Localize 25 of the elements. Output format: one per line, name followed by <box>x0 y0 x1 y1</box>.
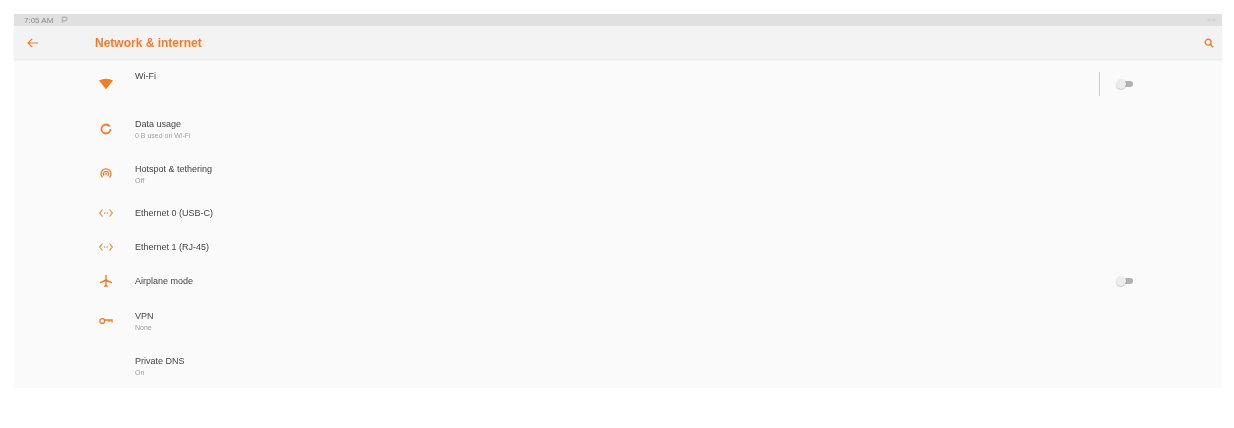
back-arrow-icon[interactable] <box>27 37 39 48</box>
settings-item[interactable]: Wi-Fi <box>14 62 1222 106</box>
ethernet-icon <box>99 207 113 219</box>
search-icon[interactable] <box>1204 37 1214 48</box>
item-title: Data usage <box>135 118 183 129</box>
status-time: 7:05 AM <box>24 15 54 25</box>
item-title: Airplane mode <box>135 276 194 286</box>
settings-item[interactable]: Ethernet 1 (RJ-45) <box>14 230 1222 264</box>
hotspot-icon <box>99 167 113 180</box>
item-title: Ethernet 1 (RJ-45) <box>135 242 210 252</box>
item-title: Wi-Fi <box>135 71 156 81</box>
settings-item[interactable]: Airplane mode <box>14 264 1222 298</box>
p-icon <box>61 16 69 24</box>
page-title: Network & internet <box>95 35 202 50</box>
item-title: VPN <box>135 310 154 321</box>
item-title: Ethernet 0 (USB-C) <box>135 208 214 218</box>
toggle-switch[interactable] <box>1116 276 1134 286</box>
item-title: Private DNS <box>135 355 185 366</box>
wifi-icon <box>99 78 113 90</box>
item-title: Hotspot & tethering <box>135 163 213 174</box>
toggle-switch[interactable] <box>1116 79 1134 89</box>
settings-item[interactable]: Ethernet 0 (USB-C) <box>14 196 1222 230</box>
airplane-icon <box>99 275 113 287</box>
ethernet-icon <box>99 241 113 253</box>
ring-icon <box>99 122 113 135</box>
